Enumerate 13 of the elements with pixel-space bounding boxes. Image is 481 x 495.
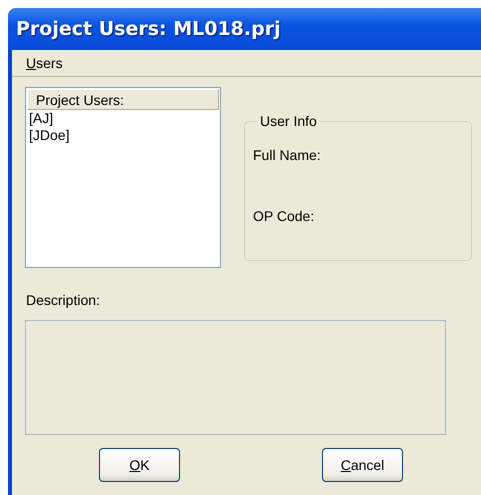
description-label: Description: [26, 292, 101, 308]
group-title: User Info [257, 113, 320, 129]
description-field[interactable] [25, 320, 446, 435]
menu-item[interactable]: Users [22, 55, 67, 71]
ok-button[interactable]: OK [99, 448, 180, 482]
user-list[interactable]: Project Users: [AJ] [JDoe] [25, 87, 221, 268]
list-header: Project Users: [27, 89, 219, 110]
cancel-button[interactable]: Cancel [322, 448, 403, 482]
window-title: Project Users: ML018.prj [8, 8, 481, 50]
list-item[interactable]: [AJ] [27, 110, 219, 127]
list-item[interactable]: [JDoe] [27, 127, 219, 144]
field-label: Full Name: [253, 147, 322, 163]
field-label: OP Code: [253, 208, 316, 224]
